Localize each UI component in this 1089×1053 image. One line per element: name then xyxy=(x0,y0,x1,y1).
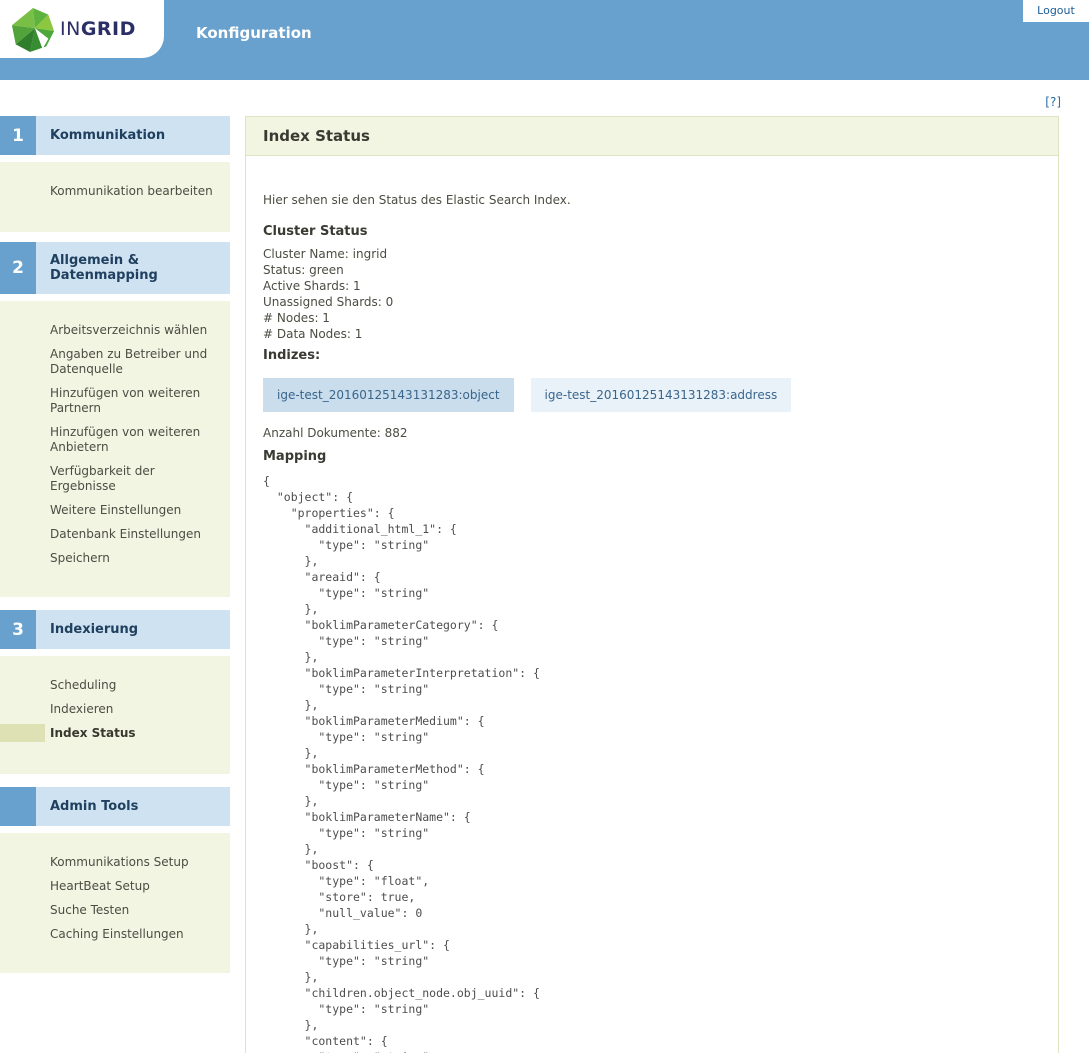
sidebar-section-admin-tools: Admin Tools xyxy=(0,787,230,826)
logo-text-in: IN xyxy=(60,18,81,40)
sidebar-item-scheduling[interactable]: Scheduling xyxy=(50,678,222,693)
sidebar-item-index-status[interactable]: Index Status xyxy=(0,724,222,742)
sidebar-item-suche-testen[interactable]: Suche Testen xyxy=(50,903,222,918)
help-link[interactable]: [?] xyxy=(1045,95,1061,109)
section-number-2: 2 xyxy=(0,242,36,294)
sidebar-item-kommunikation-bearbeiten[interactable]: Kommunikation bearbeiten xyxy=(50,184,222,199)
index-tab-address[interactable]: ige-test_20160125143131283:address xyxy=(530,378,792,412)
indices-heading: Indizes: xyxy=(263,348,321,363)
section-items-allgemein: Arbeitsverzeichnis wählen Angaben zu Bet… xyxy=(0,301,230,597)
section-items-indexierung: Scheduling Indexieren Index Status xyxy=(0,656,230,774)
mapping-code: { "object": { "properties": { "additiona… xyxy=(263,474,540,1053)
nodes-line: # Nodes: 1 xyxy=(263,311,330,325)
active-shards-line: Active Shards: 1 xyxy=(263,279,361,293)
data-nodes-line: # Data Nodes: 1 xyxy=(263,327,363,341)
sidebar-item-heartbeat-setup[interactable]: HeartBeat Setup xyxy=(50,879,222,894)
content-body: Hier sehen sie den Status des Elastic Se… xyxy=(246,156,1058,1053)
sidebar-item-weitere-einstellungen[interactable]: Weitere Einstellungen xyxy=(50,503,222,518)
logout-tab[interactable]: Logout xyxy=(1023,0,1089,22)
sidebar-item-weitere-partner[interactable]: Hinzufügen von weiteren Partnern xyxy=(50,386,222,416)
logo-text-grid: GRID xyxy=(80,18,136,40)
section-label-kommunikation: Kommunikation xyxy=(36,116,230,155)
sidebar-item-speichern[interactable]: Speichern xyxy=(50,551,222,566)
index-tabs: ige-test_20160125143131283:object ige-te… xyxy=(263,378,1038,412)
section-items-kommunikation: Kommunikation bearbeiten xyxy=(0,162,230,232)
app-title: Konfiguration xyxy=(196,24,312,42)
cluster-name-line: Cluster Name: ingrid xyxy=(263,247,388,261)
index-tab-object[interactable]: ige-test_20160125143131283:object xyxy=(263,378,514,412)
logout-button[interactable]: Logout xyxy=(1037,4,1075,17)
section-number-1: 1 xyxy=(0,116,36,155)
sidebar-section-kommunikation: 1 Kommunikation xyxy=(0,116,230,155)
ingrid-logo-text: INGRID xyxy=(60,18,136,40)
page-title: Index Status xyxy=(246,117,1058,156)
content-panel: Index Status Hier sehen sie den Status d… xyxy=(245,116,1059,1053)
ingrid-logo: INGRID xyxy=(0,0,164,58)
unassigned-shards-line: Unassigned Shards: 0 xyxy=(263,295,394,309)
doc-count: Anzahl Dokumente: 882 xyxy=(263,426,408,440)
sidebar-item-angaben-betreiber[interactable]: Angaben zu Betreiber und Datenquelle xyxy=(50,347,222,377)
section-number-admin xyxy=(0,787,36,826)
section-number-3: 3 xyxy=(0,610,36,649)
section-label-indexierung: Indexierung xyxy=(36,610,230,649)
sidebar-item-weitere-anbieter[interactable]: Hinzufügen von weiteren Anbietern xyxy=(50,425,222,455)
sidebar: 1 Kommunikation Kommunikation bearbeiten… xyxy=(0,116,230,973)
ingrid-gem-icon xyxy=(11,7,55,53)
section-label-admin-tools: Admin Tools xyxy=(36,787,230,826)
cluster-status-heading: Cluster Status xyxy=(263,224,368,239)
sidebar-item-datenbank-einstellungen[interactable]: Datenbank Einstellungen xyxy=(50,527,222,542)
mapping-heading: Mapping xyxy=(263,449,327,464)
section-items-admin-tools: Kommunikations Setup HeartBeat Setup Suc… xyxy=(0,833,230,973)
section-label-allgemein: Allgemein & Datenmapping xyxy=(36,242,230,294)
cluster-status-line: Status: green xyxy=(263,263,344,277)
sidebar-section-allgemein: 2 Allgemein & Datenmapping xyxy=(0,242,230,294)
sidebar-item-caching-einstellungen[interactable]: Caching Einstellungen xyxy=(50,927,222,942)
sidebar-item-kommunikations-setup[interactable]: Kommunikations Setup xyxy=(50,855,222,870)
sidebar-item-verfuegbarkeit[interactable]: Verfügbarkeit der Ergebnisse xyxy=(50,464,222,494)
intro-text: Hier sehen sie den Status des Elastic Se… xyxy=(263,193,571,207)
sidebar-item-indexieren[interactable]: Indexieren xyxy=(50,702,222,717)
sidebar-item-arbeitsverzeichnis[interactable]: Arbeitsverzeichnis wählen xyxy=(50,323,222,338)
sidebar-section-indexierung: 3 Indexierung xyxy=(0,610,230,649)
